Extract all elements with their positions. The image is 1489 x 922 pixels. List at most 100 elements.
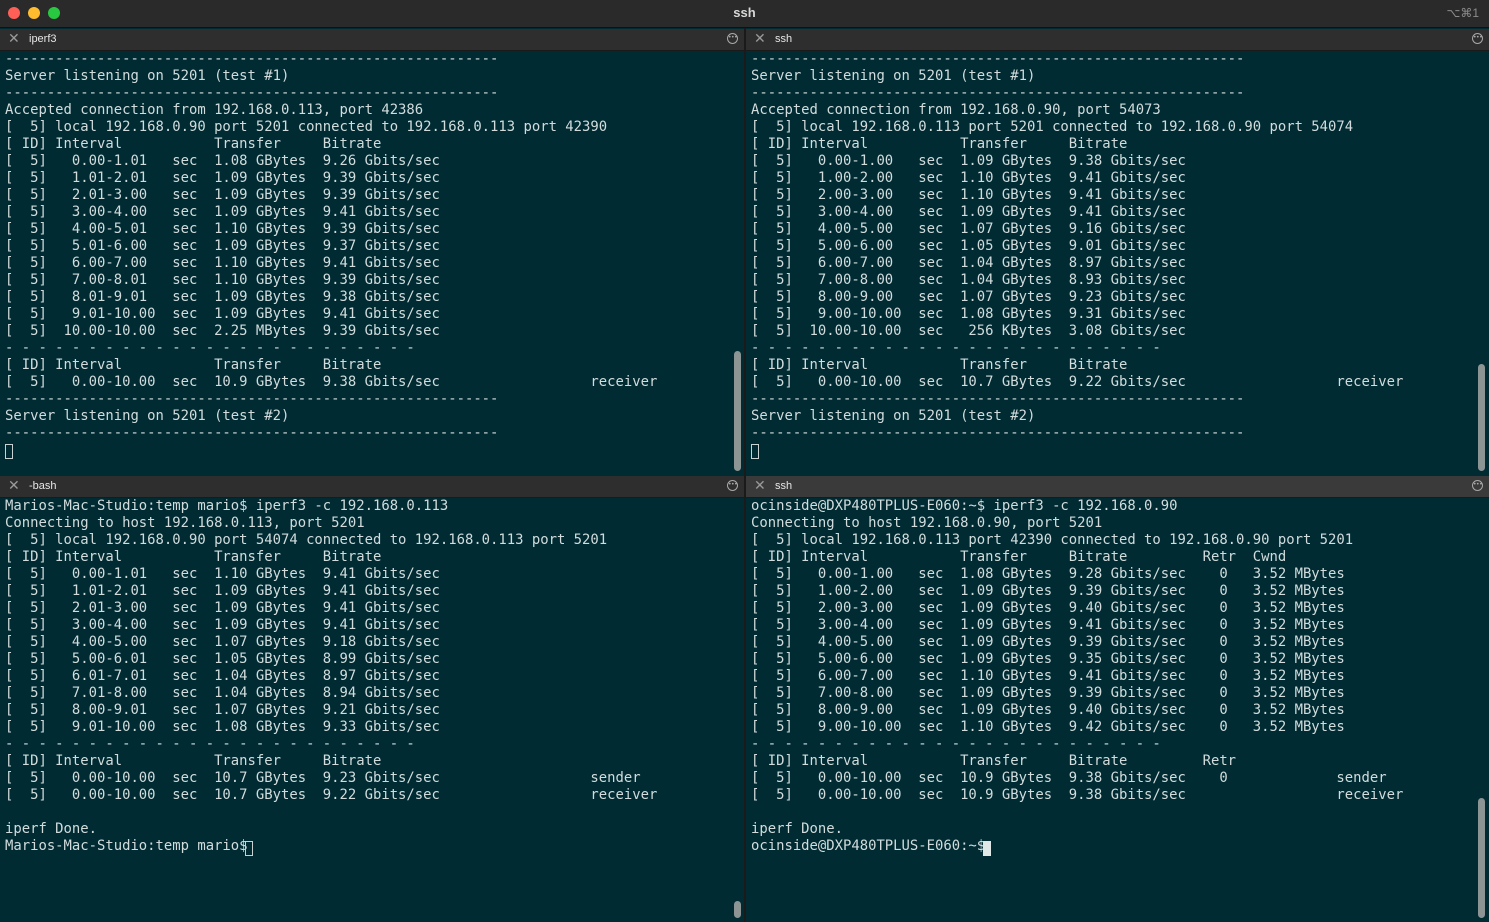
terminal-line: [ ID] Interval Transfer Bitrate Retr: [751, 753, 1237, 769]
terminal-line: [ 5] 8.00-9.00 sec 1.09 GBytes 9.40 Gbit…: [751, 702, 1345, 718]
pane-menu-icon[interactable]: •••: [1472, 33, 1483, 44]
terminal-line: [ 5] 8.00-9.01 sec 1.07 GBytes 9.21 Gbit…: [5, 702, 440, 718]
window-shortcut: ⌥⌘1: [1446, 6, 1479, 20]
title-bar[interactable]: ssh ⌥⌘1: [0, 0, 1489, 28]
terminal-line: [ 5] 3.00-4.00 sec 1.09 GBytes 9.41 Gbit…: [5, 204, 440, 220]
terminal-line: [ 5] 2.00-3.00 sec 1.10 GBytes 9.41 Gbit…: [751, 187, 1186, 203]
terminal-line: [ 5] 1.00-2.00 sec 1.09 GBytes 9.39 Gbit…: [751, 583, 1345, 599]
terminal-line: [ 5] 9.01-10.00 sec 1.08 GBytes 9.33 Gbi…: [5, 719, 440, 735]
terminal-line: Server listening on 5201 (test #2): [751, 408, 1036, 424]
terminal-line: [ 5] 5.00-6.00 sec 1.09 GBytes 9.35 Gbit…: [751, 651, 1345, 667]
terminal-line: [ 5] 10.00-10.00 sec 256 KBytes 3.08 Gbi…: [751, 323, 1186, 339]
terminal-line: [ 5] 10.00-10.00 sec 2.25 MBytes 9.39 Gb…: [5, 323, 440, 339]
close-pane-icon[interactable]: ✕: [8, 479, 20, 494]
terminal-line: Accepted connection from 192.168.0.90, p…: [751, 102, 1161, 118]
terminal-line: [ 5] 7.00-8.00 sec 1.09 GBytes 9.39 Gbit…: [751, 685, 1345, 701]
terminal-line: [ 5] local 192.168.0.113 port 42390 conn…: [751, 532, 1354, 548]
terminal-output[interactable]: ocinside@DXP480TPLUS-E060:~$ iperf3 -c 1…: [751, 498, 1471, 922]
pane-tab-title: ssh: [775, 480, 793, 492]
terminal-cursor: [5, 444, 13, 459]
scrollbar-thumb[interactable]: [1478, 364, 1485, 471]
scrollbar-thumb[interactable]: [1478, 798, 1485, 918]
terminal-line: ----------------------------------------…: [5, 425, 499, 441]
terminal-line: [ 5] 7.00-8.00 sec 1.04 GBytes 8.93 Gbit…: [751, 272, 1186, 288]
terminal-line: [ 5] 0.00-10.00 sec 10.7 GBytes 9.23 Gbi…: [5, 770, 641, 786]
terminal-line: [ ID] Interval Transfer Bitrate: [751, 357, 1128, 373]
terminal-line: [ 5] 4.00-5.00 sec 1.07 GBytes 9.18 Gbit…: [5, 634, 440, 650]
terminal-line: Accepted connection from 192.168.0.113, …: [5, 102, 424, 118]
terminal-line: [ ID] Interval Transfer Bitrate: [5, 753, 382, 769]
pane-tab-title: iperf3: [29, 33, 57, 45]
terminal-line: [ 5] 7.01-8.00 sec 1.04 GBytes 8.94 Gbit…: [5, 685, 440, 701]
terminal-line: [ 5] 0.00-10.00 sec 10.9 GBytes 9.38 Gbi…: [751, 770, 1387, 786]
terminal-line: [ 5] 4.00-5.00 sec 1.07 GBytes 9.16 Gbit…: [751, 221, 1186, 237]
terminal-line: [ 5] 8.00-9.00 sec 1.07 GBytes 9.23 Gbit…: [751, 289, 1186, 305]
terminal-line: [ 5] local 192.168.0.90 port 54074 conne…: [5, 532, 608, 548]
terminal-window: ssh ⌥⌘1 ✕ iperf3 ••• -------------------…: [0, 0, 1489, 922]
terminal-line: [ 5] 8.01-9.01 sec 1.09 GBytes 9.38 Gbit…: [5, 289, 440, 305]
terminal-line: [ 5] 9.00-10.00 sec 1.08 GBytes 9.31 Gbi…: [751, 306, 1186, 322]
terminal-line: [ 5] 6.00-7.00 sec 1.10 GBytes 9.41 Gbit…: [5, 255, 440, 271]
terminal-line: iperf Done.: [751, 821, 843, 837]
terminal-line: ----------------------------------------…: [5, 391, 499, 407]
terminal-line: [ 5] 0.00-10.00 sec 10.7 GBytes 9.22 Gbi…: [5, 787, 658, 803]
terminal-line: [ ID] Interval Transfer Bitrate: [5, 136, 382, 152]
window-title: ssh: [733, 5, 756, 20]
close-pane-icon[interactable]: ✕: [754, 479, 766, 494]
scrollbar-thumb[interactable]: [734, 901, 741, 918]
terminal-line: [ ID] Interval Transfer Bitrate: [5, 357, 382, 373]
terminal-line: Marios-Mac-Studio:temp mario$ iperf3 -c …: [5, 498, 449, 514]
terminal-line: ocinside@DXP480TPLUS-E060:~$ iperf3 -c 1…: [751, 498, 1178, 514]
terminal-cursor: [751, 444, 759, 459]
terminal-line: [ 5] 6.00-7.00 sec 1.04 GBytes 8.97 Gbit…: [751, 255, 1186, 271]
terminal-line: [ 5] local 192.168.0.113 port 5201 conne…: [751, 119, 1354, 135]
terminal-line: Marios-Mac-Studio:temp mario$: [5, 838, 256, 854]
terminal-line: [ 5] 9.00-10.00 sec 1.10 GBytes 9.42 Gbi…: [751, 719, 1345, 735]
pane-top-right[interactable]: ✕ ssh ••• ------------------------------…: [746, 29, 1489, 475]
terminal-line: [ ID] Interval Transfer Bitrate Retr Cwn…: [751, 549, 1287, 565]
terminal-line: [ 5] 1.01-2.01 sec 1.09 GBytes 9.39 Gbit…: [5, 170, 440, 186]
terminal-line: [ 5] 5.00-6.01 sec 1.05 GBytes 8.99 Gbit…: [5, 651, 440, 667]
terminal-line: ocinside@DXP480TPLUS-E060:~$: [751, 838, 994, 854]
pane-menu-icon[interactable]: •••: [1472, 480, 1483, 491]
terminal-line: [ 5] 2.01-3.00 sec 1.09 GBytes 9.39 Gbit…: [5, 187, 440, 203]
terminal-line: [ 5] 2.01-3.00 sec 1.09 GBytes 9.41 Gbit…: [5, 600, 440, 616]
pane-menu-icon[interactable]: •••: [727, 33, 738, 44]
close-pane-icon[interactable]: ✕: [754, 32, 766, 47]
terminal-line: [ 5] 7.00-8.01 sec 1.10 GBytes 9.39 Gbit…: [5, 272, 440, 288]
pane-tab-title: -bash: [29, 480, 57, 492]
terminal-line: [ 5] 2.00-3.00 sec 1.09 GBytes 9.40 Gbit…: [751, 600, 1345, 616]
close-pane-icon[interactable]: ✕: [8, 32, 20, 47]
terminal-line: iperf Done.: [5, 821, 97, 837]
terminal-line: [ 5] 1.01-2.01 sec 1.09 GBytes 9.41 Gbit…: [5, 583, 440, 599]
pane-tab-bar: ✕ ssh •••: [746, 476, 1489, 498]
terminal-output[interactable]: ----------------------------------------…: [5, 51, 726, 475]
terminal-line: Connecting to host 192.168.0.90, port 52…: [751, 515, 1103, 531]
terminal-line: - - - - - - - - - - - - - - - - - - - - …: [751, 736, 1161, 752]
terminal-line: [ 5] 4.00-5.00 sec 1.09 GBytes 9.39 Gbit…: [751, 634, 1345, 650]
terminal-line: Server listening on 5201 (test #2): [5, 408, 290, 424]
terminal-line: Server listening on 5201 (test #1): [751, 68, 1036, 84]
pane-bottom-right[interactable]: ✕ ssh ••• ocinside@DXP480TPLUS-E060:~$ i…: [746, 476, 1489, 922]
terminal-line: [ 5] 3.00-4.00 sec 1.09 GBytes 9.41 Gbit…: [751, 617, 1345, 633]
terminal-line: [ 5] 0.00-10.00 sec 10.9 GBytes 9.38 Gbi…: [5, 374, 658, 390]
pane-tab-bar: ✕ -bash •••: [0, 476, 744, 498]
pane-top-left[interactable]: ✕ iperf3 ••• ---------------------------…: [0, 29, 744, 475]
pane-divider[interactable]: [744, 28, 746, 922]
terminal-cursor: [983, 841, 991, 856]
terminal-line: ----------------------------------------…: [5, 85, 499, 101]
pane-menu-icon[interactable]: •••: [727, 480, 738, 491]
terminal-line: [ 5] 1.00-2.00 sec 1.10 GBytes 9.41 Gbit…: [751, 170, 1186, 186]
terminal-line: [ 5] 0.00-1.01 sec 1.08 GBytes 9.26 Gbit…: [5, 153, 440, 169]
terminal-line: [ 5] 0.00-1.01 sec 1.10 GBytes 9.41 Gbit…: [5, 566, 440, 582]
scrollbar-thumb[interactable]: [734, 351, 741, 471]
terminal-line: [ 5] 6.00-7.00 sec 1.10 GBytes 9.41 Gbit…: [751, 668, 1345, 684]
terminal-line: [ 5] 5.00-6.00 sec 1.05 GBytes 9.01 Gbit…: [751, 238, 1186, 254]
terminal-line: ----------------------------------------…: [751, 425, 1245, 441]
terminal-cursor: [245, 841, 253, 856]
terminal-output[interactable]: ----------------------------------------…: [751, 51, 1471, 475]
terminal-output[interactable]: Marios-Mac-Studio:temp mario$ iperf3 -c …: [5, 498, 726, 922]
pane-bottom-left[interactable]: ✕ -bash ••• Marios-Mac-Studio:temp mario…: [0, 476, 744, 922]
